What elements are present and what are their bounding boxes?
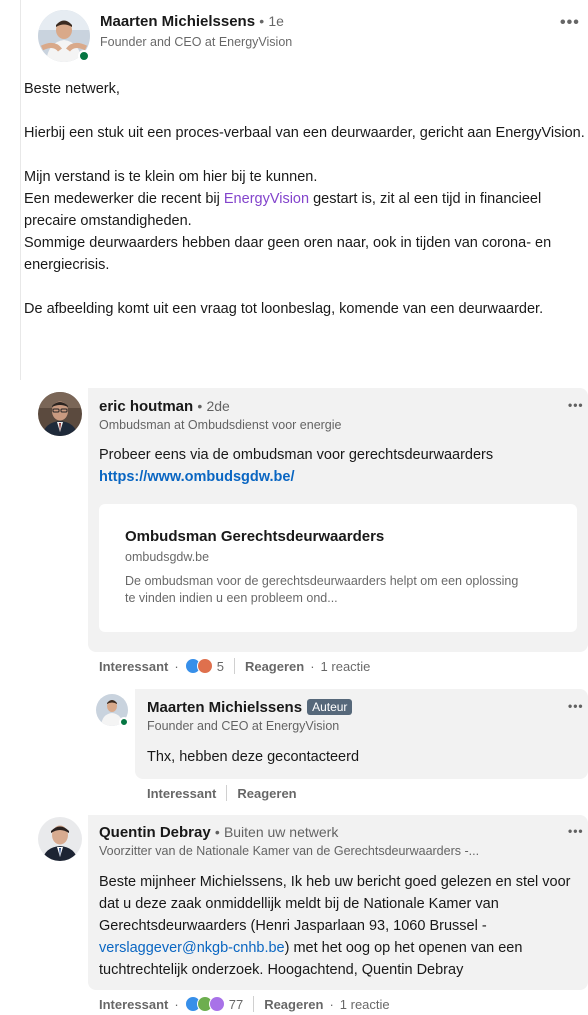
link-preview-description: De ombudsman voor de gerechtsdeurwaarder… <box>125 574 519 605</box>
post: Maarten Michielssens • 1e Founder and CE… <box>0 0 588 380</box>
comment-author-line: eric houtman • 2de <box>99 398 230 415</box>
online-status-indicator <box>78 50 90 62</box>
reply-author-headline: Founder and CEO at EnergyVision <box>147 719 340 733</box>
comment-author-headline: Voorzitter van de Nationale Kamer van de… <box>99 844 480 858</box>
reactions-icon[interactable] <box>184 658 213 674</box>
reaction-count[interactable]: 5 <box>217 659 224 674</box>
comment-text: Probeer eens via de ombudsman voor gerec… <box>99 447 494 485</box>
post-author-headline: Founder and CEO at EnergyVision <box>100 35 293 49</box>
comment-separator: • <box>214 824 220 840</box>
email-link[interactable]: verslaggever@nkgb-cnhb.be <box>99 940 285 956</box>
reply-button[interactable]: Reageren <box>245 659 304 674</box>
post-paragraph-image-note: De afbeelding komt uit een vraag tot loo… <box>24 301 544 317</box>
actions-separator <box>226 785 228 801</box>
link-preview-card[interactable]: Ombudsman Gerechtsdeurwaarders ombudsgdw… <box>99 504 577 632</box>
reply-button[interactable]: Reageren <box>237 786 296 801</box>
actions-dot: · <box>329 996 334 1012</box>
comment-actions: Interessant · 5 Reageren · 1 reactie <box>99 657 370 675</box>
post-author-line: Maarten Michielssens • 1e <box>100 13 284 30</box>
comment-author-avatar[interactable] <box>38 817 82 861</box>
reply-bubble: Maarten Michielssens Auteur Founder and C… <box>135 689 588 779</box>
reply-button[interactable]: Reageren <box>264 997 323 1012</box>
post-time[interactable]: 1e <box>268 13 284 29</box>
post-paragraph-main: Mijn verstand is te klein om hier bij te… <box>24 169 552 273</box>
online-status-indicator <box>119 717 129 727</box>
comment-network-status: Buiten uw netwerk <box>223 824 339 840</box>
comment-author-name[interactable]: Quentin Debray <box>99 824 211 841</box>
comment-author-name[interactable]: eric houtman <box>99 398 193 415</box>
comment-more-options-icon[interactable]: ••• <box>568 826 588 836</box>
comment-text: Beste mijnheer Michielssens, Ik heb uw b… <box>99 874 571 978</box>
comment-author-line: Quentin Debray • Buiten uw netwerk <box>99 824 338 841</box>
comment-separator: • <box>197 398 203 414</box>
like-button[interactable]: Interessant <box>99 997 168 1012</box>
reply-count[interactable]: 1 reactie <box>340 997 390 1012</box>
post-author-name[interactable]: Maarten Michielssens <box>100 13 255 30</box>
like-button[interactable]: Interessant <box>99 659 168 674</box>
author-badge: Auteur <box>307 699 353 715</box>
post-more-options-icon[interactable]: ••• <box>560 18 588 28</box>
comment-bubble: Quentin Debray • Buiten uw netwerk Voorz… <box>88 815 588 990</box>
reply-author-name[interactable]: Maarten Michielssens <box>147 699 302 716</box>
actions-separator <box>233 658 235 674</box>
reply-count[interactable]: 1 reactie <box>321 659 371 674</box>
actions-dot: · <box>174 996 179 1012</box>
link-preview-title[interactable]: Ombudsman Gerechtsdeurwaarders <box>125 528 384 545</box>
post-separator: • <box>259 13 265 29</box>
actions-dot: · <box>174 658 179 674</box>
post-paragraph-intro: Hierbij een stuk uit een proces-verbaal … <box>24 125 585 141</box>
comment-time: 2de <box>206 398 230 414</box>
comment-more-options-icon[interactable]: ••• <box>568 400 588 410</box>
actions-separator <box>253 996 255 1012</box>
reply-text: Thx, hebben deze gecontacteerd <box>147 749 360 765</box>
support-reaction-icon <box>208 996 225 1012</box>
actions-dot: · <box>310 658 315 674</box>
reply-author-line: Maarten Michielssens Auteur <box>147 699 353 716</box>
mention-energyvision[interactable]: EnergyVision <box>224 191 309 207</box>
comment-actions: Interessant · 77 Reageren · 1 reactie <box>99 995 390 1013</box>
love-reaction-icon <box>196 658 213 674</box>
reply-actions: Interessant Reageren <box>147 784 297 802</box>
comment-author-headline: Ombudsman at Ombudsdienst voor energie <box>99 418 342 432</box>
reply-more-options-icon[interactable]: ••• <box>568 701 588 711</box>
post-body: Beste netwerk, Hierbij een stuk uit een … <box>24 78 588 320</box>
like-button[interactable]: Interessant <box>147 786 216 801</box>
thread-divider <box>20 0 21 380</box>
reaction-count[interactable]: 77 <box>229 997 243 1012</box>
post-paragraph-greeting: Beste netwerk, <box>24 81 120 97</box>
comment-bubble: eric houtman • 2de Ombudsman at Ombudsdi… <box>88 388 588 652</box>
link-preview-domain: ombudsgdw.be <box>125 550 210 564</box>
reactions-icon[interactable] <box>184 996 225 1012</box>
comment-author-avatar[interactable] <box>38 392 82 436</box>
comment-link[interactable]: https://www.ombudsgdw.be/ <box>99 469 294 485</box>
